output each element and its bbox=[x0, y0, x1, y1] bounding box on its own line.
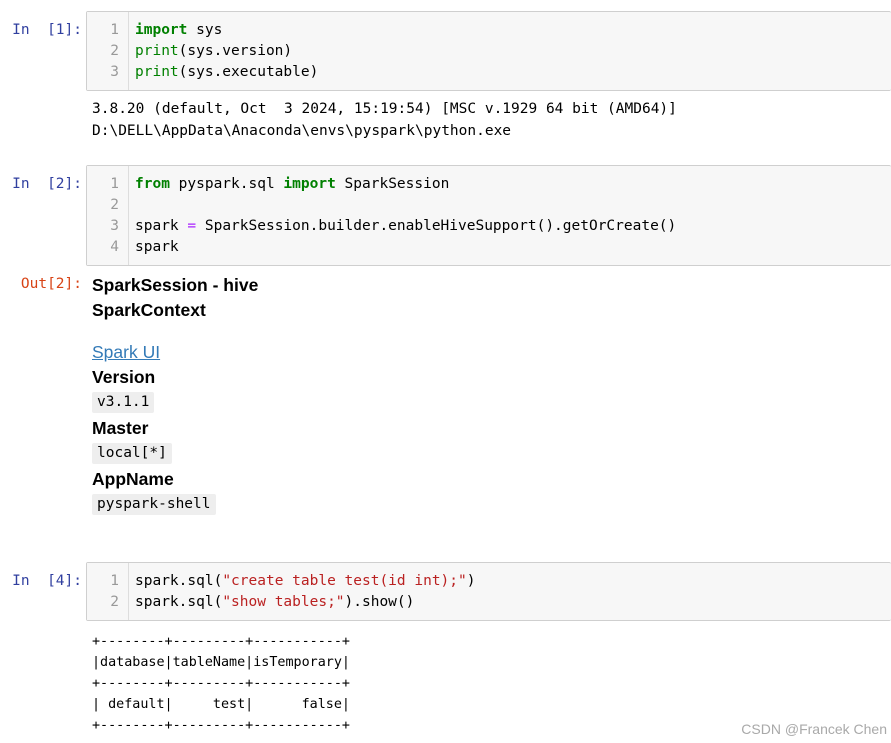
line-number: 2 bbox=[110, 594, 119, 610]
line-number: 4 bbox=[110, 239, 119, 255]
show-tables-output: +--------+---------+-----------+ |databa… bbox=[92, 631, 350, 736]
code-text: print(sys.executable) bbox=[135, 62, 318, 83]
code-line[interactable]: 2 spark.sql("show tables;").show() bbox=[87, 592, 891, 613]
line-number: 3 bbox=[110, 218, 119, 234]
code-token: spark.sql( bbox=[135, 594, 223, 610]
code-token: = bbox=[187, 218, 197, 234]
code-line[interactable]: 4 spark bbox=[87, 237, 891, 258]
code-text: spark.sql("show tables;").show() bbox=[135, 592, 414, 613]
code-token: ) bbox=[466, 573, 476, 589]
code-token: SparkSession bbox=[335, 176, 450, 192]
master-label: Master bbox=[92, 418, 149, 438]
code-text: print(sys.version) bbox=[135, 41, 292, 62]
appname-label: AppName bbox=[92, 469, 174, 489]
code-text: spark bbox=[135, 237, 179, 258]
code-text: from pyspark.sql import SparkSession bbox=[135, 174, 449, 195]
code-token: spark bbox=[135, 239, 179, 255]
code-token: spark.sql( bbox=[135, 573, 223, 589]
cell-1-stdout-line: 3.8.20 (default, Oct 3 2024, 15:19:54) [… bbox=[92, 101, 677, 117]
table-row: | default| test| false| bbox=[92, 697, 350, 712]
code-line[interactable]: 2 bbox=[87, 195, 891, 216]
appname-value: pyspark-shell bbox=[92, 494, 216, 515]
code-text: spark.sql("create table test(id int);") bbox=[135, 571, 475, 592]
code-token: "create table test(id int);" bbox=[222, 573, 467, 589]
cell-1-input-prompt: In [1]: bbox=[12, 22, 82, 38]
cell-1-code-editor[interactable]: 1 import sys 2 print(sys.version) 3 print(s… bbox=[86, 11, 891, 91]
cell-3-code-editor[interactable]: 1 spark.sql("create table test(id int);")… bbox=[86, 562, 891, 621]
cell-1-stdout-line: D:\DELL\AppData\Anaconda\envs\pyspark\py… bbox=[92, 123, 512, 139]
line-number: 1 bbox=[110, 573, 119, 589]
cell-3-input-prompt: In [4]: bbox=[12, 573, 82, 589]
code-token: print bbox=[135, 64, 179, 80]
code-token: (sys.version) bbox=[178, 43, 293, 59]
code-token: spark bbox=[135, 218, 188, 234]
line-number: 3 bbox=[110, 64, 119, 80]
code-token: SparkSession.builder.enableHiveSupport()… bbox=[196, 218, 677, 234]
code-line[interactable]: 3 print(sys.executable) bbox=[87, 62, 891, 83]
table-border-line: +--------+---------+-----------+ bbox=[92, 676, 350, 691]
cell-2-input-prompt: In [2]: bbox=[12, 176, 82, 192]
master-value: local[*] bbox=[92, 443, 172, 464]
code-line[interactable]: 1 spark.sql("create table test(id int);") bbox=[87, 571, 891, 592]
code-token: from bbox=[135, 176, 170, 192]
code-token: import bbox=[283, 176, 336, 192]
code-token: pyspark.sql bbox=[169, 176, 284, 192]
version-label: Version bbox=[92, 367, 156, 387]
code-token: print bbox=[135, 43, 179, 59]
code-line[interactable]: 1 from pyspark.sql import SparkSession bbox=[87, 174, 891, 195]
code-line[interactable]: 3 spark = SparkSession.builder.enableHive… bbox=[87, 216, 891, 237]
context-title: SparkContext bbox=[92, 300, 206, 320]
line-number: 1 bbox=[110, 22, 119, 38]
line-number: 1 bbox=[110, 176, 119, 192]
code-token: "show tables;" bbox=[222, 594, 345, 610]
code-token: import bbox=[135, 22, 188, 38]
code-token: (sys.executable) bbox=[178, 64, 319, 80]
table-border-line: +--------+---------+-----------+ bbox=[92, 634, 350, 649]
code-token: sys bbox=[187, 22, 223, 38]
cell-2-code-editor[interactable]: 1 from pyspark.sql import SparkSession 2 … bbox=[86, 165, 891, 266]
table-border-line: +--------+---------+-----------+ bbox=[92, 718, 350, 733]
line-number: 2 bbox=[110, 197, 119, 213]
code-text: import sys bbox=[135, 20, 222, 41]
spark-ui-link[interactable]: Spark UI bbox=[92, 340, 160, 364]
code-token: ).show() bbox=[344, 594, 415, 610]
code-text: spark = SparkSession.builder.enableHiveS… bbox=[135, 216, 676, 237]
line-number: 2 bbox=[110, 43, 119, 59]
version-value: v3.1.1 bbox=[92, 392, 155, 413]
cell-2-output-prompt: Out[2]: bbox=[20, 276, 82, 292]
code-line[interactable]: 2 print(sys.version) bbox=[87, 41, 891, 62]
table-header-row: |database|tableName|isTemporary| bbox=[92, 655, 350, 670]
session-title: SparkSession - hive bbox=[92, 275, 259, 295]
code-line[interactable]: 1 import sys bbox=[87, 20, 891, 41]
watermark: CSDN @Francek Chen bbox=[741, 721, 887, 737]
